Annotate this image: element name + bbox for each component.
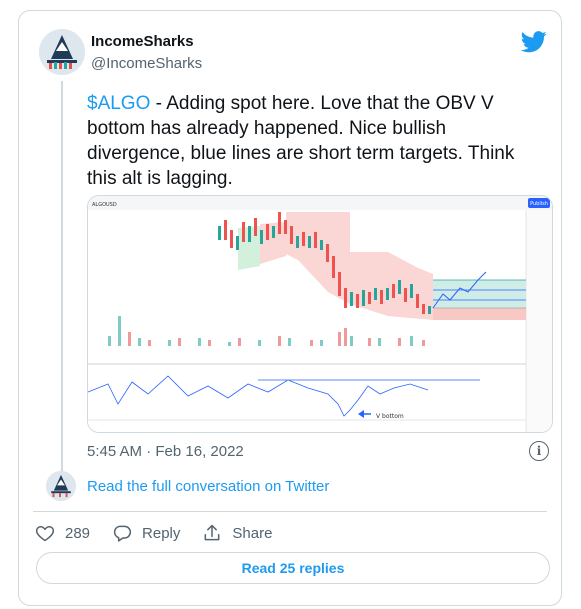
reply-label: Reply: [142, 524, 181, 542]
tradingview-chart-image: ALGOUSD Publish V bottom: [88, 196, 552, 432]
chart-symbol: ALGOUSD: [92, 202, 117, 208]
cashtag-link[interactable]: $ALGO: [87, 93, 150, 114]
author-name[interactable]: IncomeSharks: [91, 33, 194, 50]
read-replies-button[interactable]: Read 25 replies: [36, 552, 550, 584]
tweet-timestamp[interactable]: 5:45 AM · Feb 16, 2022: [87, 443, 244, 460]
shark-logo-icon: [39, 29, 85, 75]
shark-logo-small-icon: [46, 471, 76, 501]
author-avatar-small[interactable]: [46, 471, 76, 501]
chart-image[interactable]: ALGOUSD Publish V bottom: [87, 195, 553, 433]
v-bottom-annotation: V bottom: [376, 413, 404, 420]
author-avatar[interactable]: [39, 29, 85, 75]
author-handle[interactable]: @IncomeSharks: [91, 55, 202, 72]
heart-icon: [35, 526, 55, 542]
reply-button[interactable]: Reply: [112, 523, 180, 543]
tweet-card: IncomeSharks @IncomeSharks $ALGO - Addin…: [18, 10, 562, 606]
tweet-text: $ALGO - Adding spot here. Love that the …: [87, 91, 547, 191]
share-label: Share: [232, 524, 273, 542]
like-count: 289: [65, 524, 91, 542]
share-icon: [204, 524, 220, 541]
like-button[interactable]: 289: [35, 523, 90, 543]
tweet-actions: 289 Reply Share: [35, 521, 294, 545]
share-button[interactable]: Share: [202, 523, 272, 543]
thread-line: [61, 81, 63, 471]
twitter-bird-icon[interactable]: [521, 31, 547, 53]
publish-label: Publish: [530, 201, 548, 207]
divider: [33, 511, 547, 512]
info-icon[interactable]: i: [529, 441, 549, 461]
tweet-body: - Adding spot here. Love that the OBV V …: [87, 93, 515, 189]
reply-icon: [113, 525, 132, 542]
read-conversation-link[interactable]: Read the full conversation on Twitter: [87, 478, 329, 495]
